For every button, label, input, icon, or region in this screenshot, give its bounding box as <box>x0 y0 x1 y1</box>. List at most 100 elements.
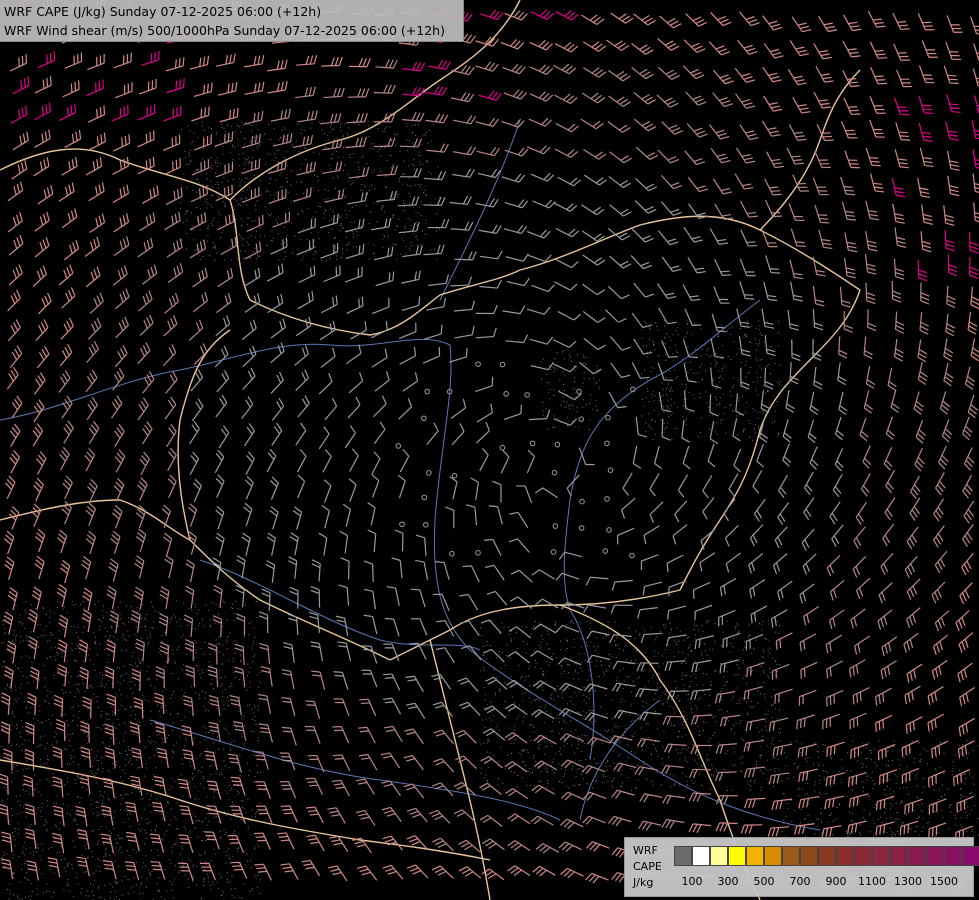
texture-dot <box>578 767 580 769</box>
texture-dot <box>704 344 706 346</box>
texture-dot <box>72 840 74 842</box>
texture-dot <box>196 178 198 180</box>
texture-dot <box>160 707 162 709</box>
texture-dot <box>745 376 747 378</box>
texture-dot <box>715 365 717 367</box>
texture-dot <box>398 178 400 180</box>
texture-dot <box>190 650 192 652</box>
texture-dot <box>860 833 862 835</box>
texture-dot <box>99 859 101 861</box>
texture-dot <box>373 202 375 204</box>
texture-dot <box>685 734 687 736</box>
texture-dot <box>655 639 657 641</box>
texture-dot <box>110 808 112 810</box>
texture-dot <box>103 605 105 607</box>
texture-dot <box>562 396 564 398</box>
texture-dot <box>171 757 173 759</box>
texture-dot <box>570 736 572 738</box>
texture-dot <box>714 622 716 624</box>
texture-dot <box>14 830 16 832</box>
texture-dot <box>750 780 752 782</box>
texture-dot <box>510 630 512 632</box>
texture-dot <box>524 764 526 766</box>
texture-dot <box>917 825 919 827</box>
texture-dot <box>215 751 217 753</box>
texture-dot <box>415 221 417 223</box>
texture-dot <box>120 809 122 811</box>
texture-dot <box>96 806 98 808</box>
texture-dot <box>146 613 148 615</box>
texture-dot <box>673 639 675 641</box>
texture-dot <box>16 724 18 726</box>
texture-dot <box>652 743 654 745</box>
texture-dot <box>220 237 222 239</box>
texture-dot <box>748 637 750 639</box>
texture-dot <box>681 383 683 385</box>
texture-dot <box>739 397 741 399</box>
texture-dot <box>99 897 101 899</box>
texture-dot <box>616 637 618 639</box>
texture-dot <box>208 609 210 611</box>
texture-dot <box>372 148 374 150</box>
texture-dot <box>189 830 191 832</box>
texture-dot <box>346 132 348 134</box>
texture-dot <box>7 685 9 687</box>
texture-dot <box>708 415 710 417</box>
texture-dot <box>562 350 564 352</box>
texture-dot <box>202 184 204 186</box>
texture-dot <box>514 726 516 728</box>
texture-dot <box>621 698 623 700</box>
texture-dot <box>568 664 570 666</box>
texture-dot <box>26 872 28 874</box>
texture-dot <box>745 682 747 684</box>
texture-dot <box>569 712 571 714</box>
texture-dot <box>489 752 491 754</box>
texture-dot <box>108 654 110 656</box>
texture-dot <box>42 607 44 609</box>
texture-dot <box>248 634 250 636</box>
texture-dot <box>214 764 216 766</box>
texture-dot <box>254 846 256 848</box>
texture-dot <box>218 773 220 775</box>
texture-dot <box>589 403 591 405</box>
texture-dot <box>736 415 738 417</box>
texture-dot <box>494 692 496 694</box>
texture-dot <box>668 336 670 338</box>
texture-dot <box>751 701 753 703</box>
texture-dot <box>282 127 284 129</box>
texture-dot <box>731 326 733 328</box>
texture-dot <box>143 710 145 712</box>
texture-dot <box>678 700 680 702</box>
texture-dot <box>297 123 299 125</box>
texture-dot <box>563 390 565 392</box>
texture-dot <box>166 661 168 663</box>
texture-dot <box>633 732 635 734</box>
texture-dot <box>434 148 436 150</box>
texture-dot <box>87 890 89 892</box>
texture-dot <box>515 739 517 741</box>
texture-dot <box>572 765 574 767</box>
texture-dot <box>246 762 248 764</box>
texture-dot <box>487 766 489 768</box>
texture-dot <box>772 720 774 722</box>
texture-dot <box>344 209 346 211</box>
texture-dot <box>534 659 536 661</box>
texture-dot <box>700 767 702 769</box>
texture-dot <box>748 634 750 636</box>
texture-dot <box>229 863 231 865</box>
texture-dot <box>240 655 242 657</box>
texture-dot <box>746 336 748 338</box>
texture-dot <box>820 793 822 795</box>
texture-dot <box>756 372 758 374</box>
texture-dot <box>606 670 608 672</box>
texture-dot <box>685 375 687 377</box>
texture-dot <box>219 213 221 215</box>
texture-dot <box>228 660 230 662</box>
texture-dot <box>3 854 5 856</box>
texture-dot <box>529 767 531 769</box>
texture-dot <box>651 780 653 782</box>
texture-dot <box>754 409 756 411</box>
texture-dot <box>331 218 333 220</box>
texture-dot <box>86 843 88 845</box>
texture-dot <box>535 647 537 649</box>
